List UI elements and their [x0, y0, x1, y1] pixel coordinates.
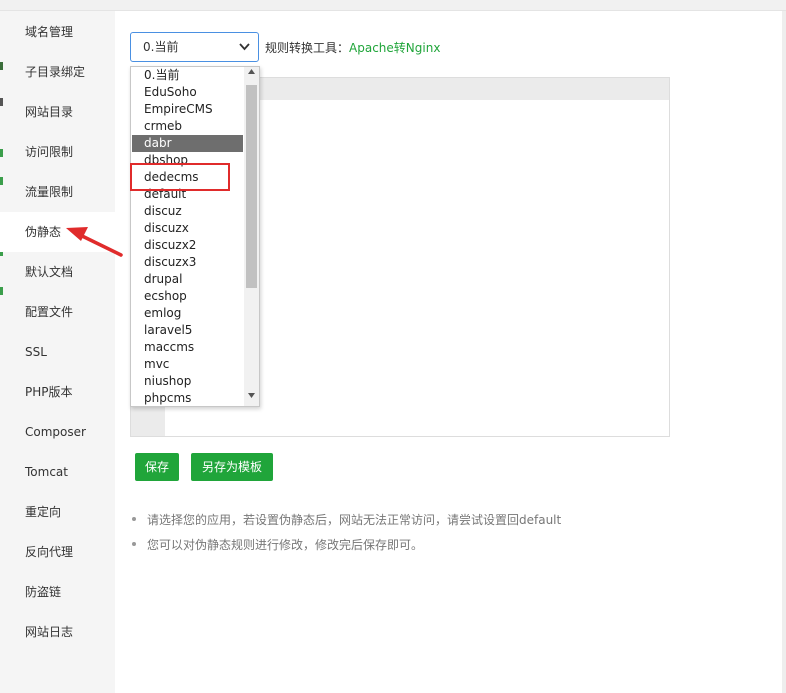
sidebar-item[interactable]: 重定向	[0, 492, 115, 532]
save-button[interactable]: 保存	[135, 453, 179, 481]
dropdown-option[interactable]: dbshop	[132, 152, 243, 169]
dropdown-option[interactable]: emlog	[132, 305, 243, 322]
scrollbar-thumb[interactable]	[246, 85, 257, 288]
tip-item: 您可以对伪静态规则进行修改，修改完后保存即可。	[130, 536, 561, 561]
bullet-icon	[132, 542, 136, 546]
sidebar-item[interactable]: Composer	[0, 412, 115, 452]
dropdown-option[interactable]: discuzx3	[132, 254, 243, 271]
sidebar-item[interactable]: 配置文件	[0, 292, 115, 332]
dropdown-option[interactable]: mvc	[132, 356, 243, 373]
dropdown-option[interactable]: ecshop	[132, 288, 243, 305]
rewrite-rule-select[interactable]: 0.当前	[130, 32, 259, 62]
tip-item: 请选择您的应用，若设置伪静态后，网站无法正常访问，请尝试设置回default	[130, 511, 561, 536]
dropdown-option[interactable]: phpcms	[132, 390, 243, 406]
sidebar-item[interactable]: 访问限制	[0, 132, 115, 172]
tip-text: 请选择您的应用，若设置伪静态后，网站无法正常访问，请尝试设置回default	[147, 513, 562, 527]
chevron-down-icon	[239, 43, 250, 51]
dropdown-option[interactable]: niushop	[132, 373, 243, 390]
dropdown-option[interactable]: default	[132, 186, 243, 203]
sidebar-item[interactable]: 子目录绑定	[0, 52, 115, 92]
sidebar-item[interactable]: 网站日志	[0, 612, 115, 652]
rewrite-select-value: 0.当前	[143, 40, 179, 54]
dropdown-option[interactable]: dedecms	[132, 169, 243, 186]
save-as-template-button[interactable]: 另存为模板	[191, 453, 273, 481]
dropdown-option[interactable]: EmpireCMS	[132, 101, 243, 118]
scroll-down-arrow-icon[interactable]	[248, 393, 255, 398]
top-bar	[0, 0, 786, 11]
dropdown-option[interactable]: discuzx	[132, 220, 243, 237]
sidebar-item[interactable]: 伪静态	[0, 212, 115, 252]
sidebar-item[interactable]: 网站目录	[0, 92, 115, 132]
tip-text: 您可以对伪静态规则进行修改，修改完后保存即可。	[147, 538, 424, 552]
dropdown-option[interactable]: dabr	[132, 135, 243, 152]
sidebar-item[interactable]: 默认文档	[0, 252, 115, 292]
dropdown-option[interactable]: discuzx2	[132, 237, 243, 254]
sidebar-item[interactable]: Tomcat	[0, 452, 115, 492]
sidebar-item[interactable]: SSL	[0, 332, 115, 372]
bullet-icon	[132, 517, 136, 521]
scroll-up-arrow-icon[interactable]	[248, 69, 255, 74]
sidebar-item[interactable]: 防盗链	[0, 572, 115, 612]
sidebar-item[interactable]: 反向代理	[0, 532, 115, 572]
dropdown-scrollbar[interactable]	[244, 67, 259, 406]
dropdown-option[interactable]: discuz	[132, 203, 243, 220]
dropdown-option[interactable]: EduSoho	[132, 84, 243, 101]
sidebar-item[interactable]: 流量限制	[0, 172, 115, 212]
sidebar-item[interactable]: 域名管理	[0, 12, 115, 52]
rule-convert-tool: 规则转换工具：Apache转Nginx	[265, 39, 440, 56]
sidebar-item[interactable]: PHP版本	[0, 372, 115, 412]
dropdown-option[interactable]: drupal	[132, 271, 243, 288]
apache-to-nginx-link[interactable]: Apache转Nginx	[349, 41, 440, 55]
tips-list: 请选择您的应用，若设置伪静态后，网站无法正常访问，请尝试设置回default 您…	[130, 511, 561, 561]
site-settings-sidebar: 域名管理 子目录绑定 网站目录 访问限制 流量限制 伪静态 默认文档 配置文件 SSL PHP版本…	[0, 11, 115, 693]
dropdown-option[interactable]: maccms	[132, 339, 243, 356]
rule-convert-tool-label: 规则转换工具：	[265, 41, 350, 55]
dropdown-option[interactable]: crmeb	[132, 118, 243, 135]
rewrite-options-dropdown[interactable]: 0.当前 EduSoho EmpireCMS crmeb dabr dbshop dedec…	[130, 66, 260, 407]
dropdown-option[interactable]: laravel5	[132, 322, 243, 339]
dropdown-option[interactable]: 0.当前	[132, 67, 243, 84]
rewrite-settings-panel: 域名管理 子目录绑定 网站目录 访问限制 流量限制 伪静态 默认文档 配置文件 SSL PHP版本…	[0, 0, 786, 693]
right-edge	[782, 11, 786, 693]
